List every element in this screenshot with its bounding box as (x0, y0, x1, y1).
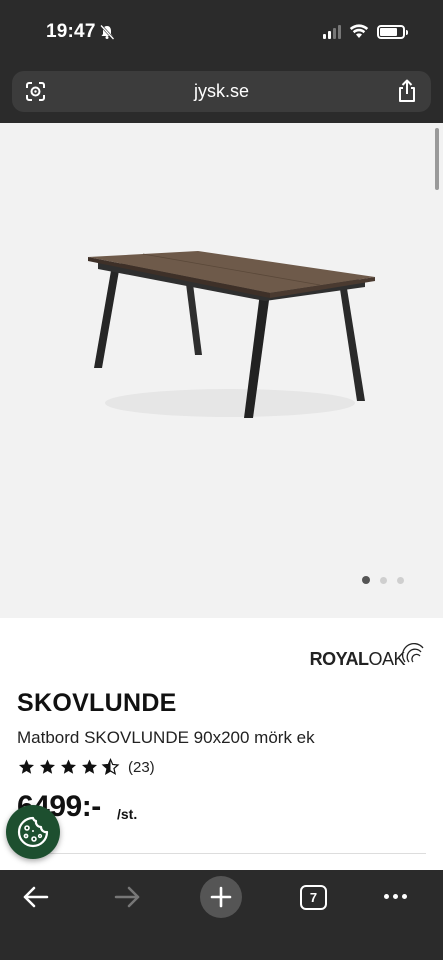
forward-arrow-icon[interactable] (113, 883, 141, 911)
review-count[interactable]: (23) (128, 759, 155, 776)
product-photo-table (88, 251, 375, 418)
product-details: ROYAL OAK SKOVLUNDE Matbord SKOVLUNDE 90… (0, 618, 443, 870)
status-indicators (323, 24, 408, 39)
brand-logo-part2: OAK (368, 649, 405, 669)
product-rating[interactable]: (23) (17, 758, 155, 776)
share-icon[interactable] (396, 79, 418, 103)
product-image-gallery[interactable] (0, 123, 443, 618)
top-chrome: 19:47 jysk.se (0, 0, 443, 123)
browser-toolbar: 7 (0, 870, 443, 960)
cookie-icon (17, 816, 49, 848)
gallery-dot-2[interactable] (380, 576, 387, 584)
gallery-dot-1[interactable] (362, 576, 370, 584)
status-time: 19:47 (46, 21, 96, 42)
url-text[interactable]: jysk.se (12, 81, 431, 102)
cookie-settings-button[interactable] (6, 805, 60, 859)
star-half-icon (101, 758, 120, 775)
star-full-icon (82, 759, 97, 774)
brand-arcs-icon (401, 642, 424, 663)
brand-logo-part1: ROYAL (309, 649, 369, 669)
wifi-icon (349, 24, 369, 38)
page-scrollbar[interactable] (435, 128, 439, 190)
more-menu-icon[interactable] (384, 894, 407, 899)
cellular-signal-icon (323, 24, 341, 39)
star-full-icon (61, 759, 76, 774)
divider (17, 853, 426, 854)
gallery-pagination[interactable] (362, 576, 404, 584)
back-arrow-icon[interactable] (22, 883, 50, 911)
address-bar[interactable]: jysk.se (12, 71, 431, 112)
tab-switcher-button[interactable]: 7 (300, 885, 327, 910)
star-full-icon (40, 759, 55, 774)
price-unit: /st. (117, 806, 138, 822)
new-tab-button[interactable] (200, 876, 242, 918)
plus-icon (210, 886, 232, 908)
product-description: Matbord SKOVLUNDE 90x200 mörk ek (17, 728, 315, 747)
brand-logo[interactable]: ROYAL OAK (310, 638, 427, 670)
star-full-icon (19, 759, 34, 774)
product-name: SKOVLUNDE (17, 689, 177, 717)
gallery-dot-3[interactable] (397, 576, 404, 584)
bell-muted-icon (100, 24, 115, 40)
battery-icon (377, 24, 408, 39)
